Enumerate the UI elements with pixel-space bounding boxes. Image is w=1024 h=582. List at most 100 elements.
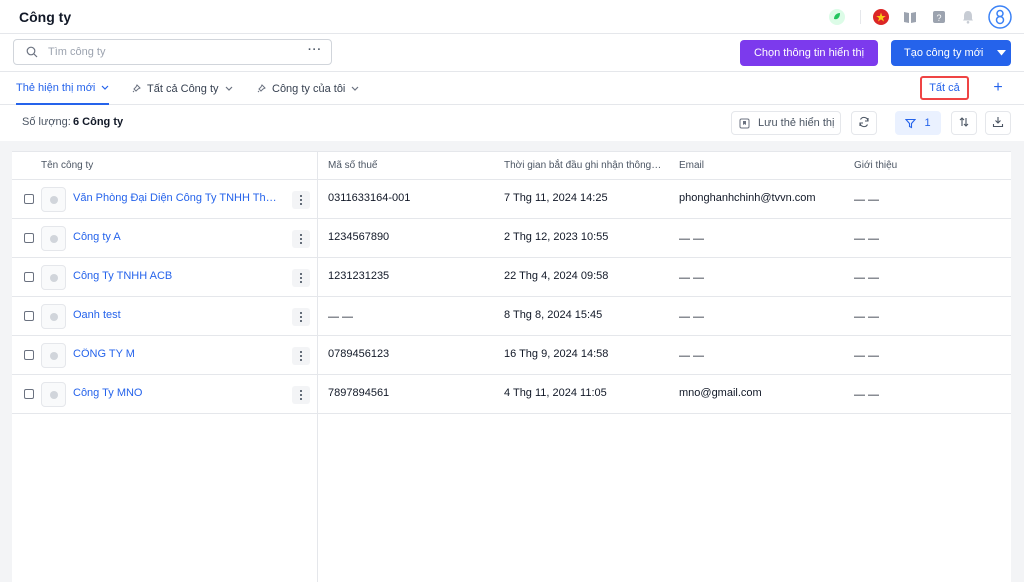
- row-menu-button[interactable]: [292, 230, 310, 248]
- company-name-link[interactable]: Công ty A: [73, 231, 283, 243]
- company-avatar: [41, 265, 66, 290]
- tab-my-companies[interactable]: Công ty của tôi: [257, 72, 359, 105]
- user-avatar-icon[interactable]: [988, 5, 1012, 29]
- time-cell: 4 Thg 11, 2024 11:05: [504, 387, 607, 399]
- search-more-button[interactable]: ···: [306, 43, 324, 61]
- tab-label: Thẻ hiện thị mới: [16, 81, 96, 94]
- time-cell: 16 Thg 9, 2024 14:58: [504, 348, 609, 360]
- company-table: Tên công ty Mã số thuế Thời gian bắt đầu…: [12, 151, 1011, 582]
- refresh-button[interactable]: [851, 111, 877, 135]
- view-tabs: Thẻ hiện thị mới Tất cả Công ty Công ty …: [0, 72, 1024, 105]
- filter-count: 1: [924, 117, 931, 129]
- email-cell: mno@gmail.com: [679, 387, 762, 399]
- top-icon-group: ?: [817, 4, 1012, 30]
- svg-text:?: ?: [936, 13, 941, 23]
- pin-icon: [257, 84, 266, 93]
- sort-icon: [958, 116, 970, 131]
- company-avatar: [41, 226, 66, 251]
- pin-icon: [132, 84, 141, 93]
- company-name-link[interactable]: Công Ty TNHH ACB: [73, 270, 283, 282]
- summary-toolbar: Số lượng: 6 Công ty Lưu thẻ hiển thị 1: [0, 105, 1024, 141]
- create-company-label: Tạo công ty mới: [904, 47, 984, 59]
- search-toolbar: ··· Chọn thông tin hiển thị Tạo công ty …: [0, 34, 1024, 72]
- search-box[interactable]: ···: [13, 39, 332, 65]
- column-header-tax[interactable]: Mã số thuế: [328, 152, 488, 180]
- book-icon[interactable]: [901, 8, 919, 26]
- row-menu-button[interactable]: [292, 269, 310, 287]
- email-cell: phonghanhchinh@tvvn.com: [679, 192, 816, 204]
- email-cell: — —: [679, 272, 705, 284]
- table-row[interactable]: Công Ty TNHH ACB 1231231235 22 Thg 4, 20…: [12, 258, 1011, 297]
- chevron-down-icon: [101, 85, 109, 90]
- tax-code-cell: 7897894561: [328, 387, 390, 399]
- tab-new-view[interactable]: Thẻ hiện thị mới: [16, 72, 110, 105]
- help-icon[interactable]: ?: [930, 8, 948, 26]
- top-bar: Công ty ?: [0, 0, 1024, 34]
- row-menu-button[interactable]: [292, 308, 310, 326]
- column-header-email[interactable]: Email: [679, 152, 839, 180]
- table-row[interactable]: Công ty A 1234567890 2 Thg 12, 2023 10:5…: [12, 219, 1011, 258]
- divider: [860, 10, 861, 24]
- company-name-link[interactable]: Oanh test: [73, 309, 283, 321]
- table-row[interactable]: Oanh test — — 8 Thg 8, 2024 15:45 — — — …: [12, 297, 1011, 336]
- filter-button[interactable]: 1: [895, 111, 941, 135]
- company-avatar: [41, 343, 66, 368]
- tax-code-cell: 0311633164-001: [328, 192, 411, 204]
- bell-icon[interactable]: [959, 8, 977, 26]
- row-menu-button[interactable]: [292, 386, 310, 404]
- tab-label: Công ty của tôi: [272, 82, 346, 95]
- row-checkbox[interactable]: [24, 350, 34, 360]
- email-cell: — —: [679, 311, 705, 323]
- count-label: Số lượng:: [22, 116, 71, 128]
- download-button[interactable]: [985, 111, 1011, 135]
- select-display-fields-button[interactable]: Chọn thông tin hiển thị: [740, 40, 878, 66]
- company-name-link[interactable]: Văn Phòng Đại Diện Công Ty TNHH Thương M…: [73, 192, 283, 204]
- search-input[interactable]: [48, 44, 298, 60]
- tax-code-cell: 1234567890: [328, 231, 390, 243]
- search-icon: [26, 46, 38, 61]
- row-checkbox[interactable]: [24, 389, 34, 399]
- filter-icon: [905, 118, 917, 129]
- table-row[interactable]: Công Ty MNO 7897894561 4 Thg 11, 2024 11…: [12, 375, 1011, 414]
- chevron-down-icon: [225, 86, 233, 91]
- tab-all-companies[interactable]: Tất cả Công ty: [132, 72, 233, 105]
- row-checkbox[interactable]: [24, 194, 34, 204]
- column-header-time[interactable]: Thời gian bắt đầu ghi nhận thông tin: [504, 152, 664, 180]
- add-tab-button[interactable]: +: [989, 79, 1007, 97]
- create-company-button[interactable]: Tạo công ty mới: [891, 40, 1011, 66]
- company-name-link[interactable]: Công Ty MNO: [73, 387, 283, 399]
- tax-code-cell: 0789456123: [328, 348, 390, 360]
- time-cell: 2 Thg 12, 2023 10:55: [504, 231, 609, 243]
- intro-cell: — —: [854, 272, 880, 284]
- sort-button[interactable]: [951, 111, 977, 135]
- time-cell: 22 Thg 4, 2024 09:58: [504, 270, 609, 282]
- time-cell: 8 Thg 8, 2024 15:45: [504, 309, 603, 321]
- intro-cell: — —: [854, 389, 880, 401]
- company-avatar: [41, 382, 66, 407]
- email-cell: — —: [679, 233, 705, 245]
- column-header-intro[interactable]: Giới thiệu: [854, 152, 994, 180]
- leaf-icon[interactable]: [828, 8, 846, 26]
- table-row[interactable]: Văn Phòng Đại Diện Công Ty TNHH Thương M…: [12, 180, 1011, 219]
- intro-cell: — —: [854, 350, 880, 362]
- row-checkbox[interactable]: [24, 272, 34, 282]
- bookmark-icon: [739, 118, 750, 129]
- intro-cell: — —: [854, 194, 880, 206]
- row-menu-button[interactable]: [292, 191, 310, 209]
- table-row[interactable]: CÔNG TY M 0789456123 16 Thg 9, 2024 14:5…: [12, 336, 1011, 375]
- caret-down-icon[interactable]: [991, 50, 1011, 56]
- row-checkbox[interactable]: [24, 233, 34, 243]
- intro-cell: — —: [854, 311, 880, 323]
- page-title: Công ty: [19, 9, 72, 25]
- row-checkbox[interactable]: [24, 311, 34, 321]
- row-menu-button[interactable]: [292, 347, 310, 365]
- company-name-link[interactable]: CÔNG TY M: [73, 348, 283, 360]
- tax-code-cell: 1231231235: [328, 270, 390, 282]
- save-view-button[interactable]: Lưu thẻ hiển thị: [731, 111, 841, 135]
- intro-cell: — —: [854, 233, 880, 245]
- count-value: 6 Công ty: [73, 116, 124, 128]
- vietnam-flag-icon[interactable]: [872, 8, 890, 26]
- column-header-name[interactable]: Tên công ty: [41, 152, 311, 180]
- all-views-button[interactable]: Tất cả: [920, 76, 969, 100]
- download-icon: [992, 116, 1004, 131]
